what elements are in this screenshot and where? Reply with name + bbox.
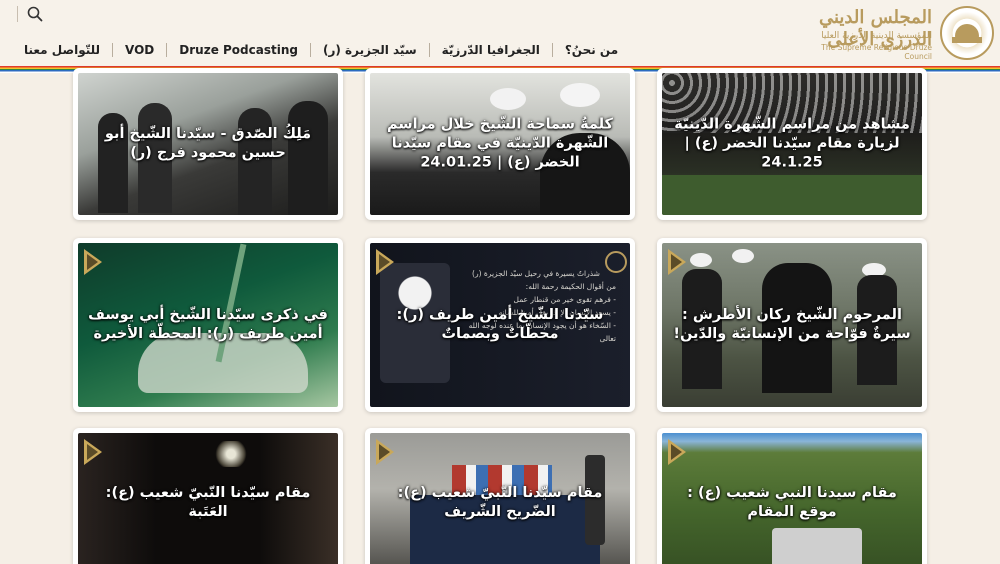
video-card[interactable]: مقام سيّدنا النّبيّ شعيب (ع): العَتَبة (73, 428, 343, 564)
video-title: المرحوم الشّيخ ركان الأطرش : سيرةٌ فوّاح… (673, 307, 911, 342)
video-title: مقام سيّدنا النّبيّ شعيب (ع): العَتَبة (105, 485, 311, 520)
video-thumbnail: شذراتٌ يسيرة في رحيل سيّد الجزيرة (ر) من… (370, 243, 630, 407)
video-card[interactable]: شذراتٌ يسيرة في رحيل سيّد الجزيرة (ر) من… (365, 238, 635, 412)
nav-druze-geography[interactable]: الجغرافيا الدّرزيّة (430, 43, 552, 57)
council-logo-emblem[interactable] (940, 6, 994, 60)
video-thumbnail: مقام سيّدنا النّبيّ شعيب (ع): الضّريح ال… (370, 433, 630, 564)
nav-sayyid-al-jazeera[interactable]: سيّد الجزيرة (ر) (311, 43, 429, 57)
nav-druze-podcasting[interactable]: Druze Podcasting (167, 43, 310, 57)
video-card[interactable]: المرحوم الشّيخ ركان الأطرش : سيرةٌ فوّاح… (657, 238, 927, 412)
video-title: سيّدنا الشّيخ أمين طريف (ر): محطّاتٌ وبص… (396, 307, 604, 342)
video-thumbnail: كلمةُ سماحة الشّيخ خلال مراسم الشّهرة ال… (370, 73, 630, 215)
poster-heading: شذراتٌ يسيرة في رحيل سيّد الجزيرة (ر) (472, 269, 600, 278)
play-icon[interactable] (376, 439, 394, 465)
site-header: المجلس الديني الدرزي الأعلى المؤسسة الدي… (0, 0, 1000, 73)
video-title: مشاهد من مراسم الشّهرة الدّينيّة لزيارة … (674, 116, 910, 171)
play-icon[interactable] (668, 439, 686, 465)
video-card[interactable]: مَلِكُ الصّدق - سيّدنا الشّيخ أبو حسين م… (73, 68, 343, 220)
video-title: مقام سيّدنا النّبيّ شعيب (ع): الضّريح ال… (397, 485, 603, 520)
video-title: كلمةُ سماحة الشّيخ خلال مراسم الشّهرة ال… (387, 116, 613, 171)
video-thumbnail: مشاهد من مراسم الشّهرة الدّينيّة لزيارة … (662, 73, 922, 215)
poster-line: - فرهم تقوى خير من قنطار عمل (513, 295, 616, 304)
play-icon[interactable] (84, 249, 102, 275)
video-card[interactable]: مقام سيدنا النبي شعيب (ع) : موقع المقام (657, 428, 927, 564)
main-nav: للتّواصل معنا VOD Druze Podcasting سيّد … (12, 40, 630, 60)
nav-about-us[interactable]: من نحنُ؟ (553, 43, 630, 57)
nav-vod[interactable]: VOD (113, 43, 166, 57)
video-title: مَلِكُ الصّدق - سيّدنا الشّيخ أبو حسين م… (104, 126, 312, 161)
logo-english: The Supreme Religious Druze Council (821, 43, 932, 61)
video-title: مقام سيدنا النبي شعيب (ع) : موقع المقام (687, 485, 897, 520)
video-card[interactable]: في ذكرى سيّدنا الشّيخ أبي يوسف أمين طريف… (73, 238, 343, 412)
logo-subtitle: المؤسسة الدينية الدرزية العليا (821, 31, 932, 41)
search-icon[interactable] (26, 5, 44, 23)
video-thumbnail: مقام سيّدنا النّبيّ شعيب (ع): العَتَبة (78, 433, 338, 564)
video-card[interactable]: كلمةُ سماحة الشّيخ خلال مراسم الشّهرة ال… (365, 68, 635, 220)
video-title: في ذكرى سيّدنا الشّيخ أبي يوسف أمين طريف… (88, 307, 328, 342)
play-icon[interactable] (376, 249, 394, 275)
video-thumbnail: في ذكرى سيّدنا الشّيخ أبي يوسف أمين طريف… (78, 243, 338, 407)
poster-line: من أقوال الحكيمة رحمة الله: (525, 282, 616, 291)
header-divider (17, 6, 18, 22)
play-icon[interactable] (84, 439, 102, 465)
nav-contact-us[interactable]: للتّواصل معنا (12, 43, 112, 57)
video-thumbnail: المرحوم الشّيخ ركان الأطرش : سيرةٌ فوّاح… (662, 243, 922, 407)
video-thumbnail: مقام سيدنا النبي شعيب (ع) : موقع المقام (662, 433, 922, 564)
video-thumbnail: مَلِكُ الصّدق - سيّدنا الشّيخ أبو حسين م… (78, 73, 338, 215)
video-card[interactable]: مقام سيّدنا النّبيّ شعيب (ع): الضّريح ال… (365, 428, 635, 564)
play-icon[interactable] (668, 249, 686, 275)
video-card[interactable]: مشاهد من مراسم الشّهرة الدّينيّة لزيارة … (657, 68, 927, 220)
